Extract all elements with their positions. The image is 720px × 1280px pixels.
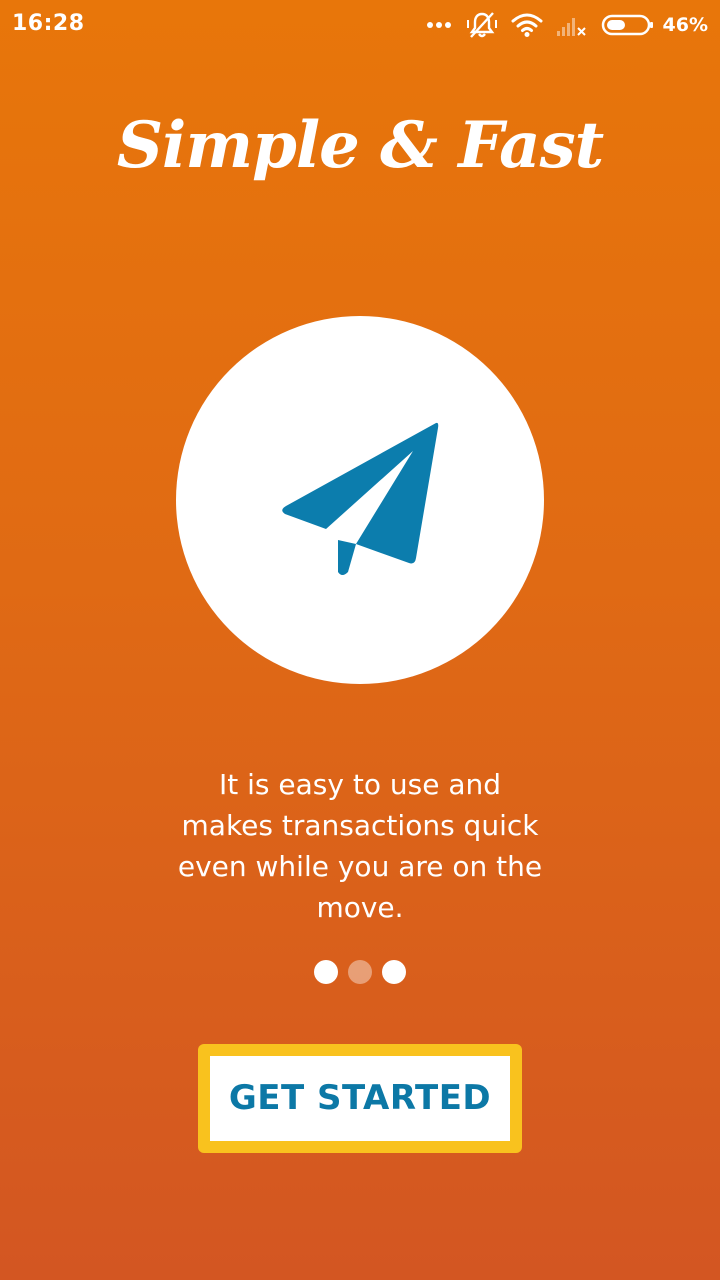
wifi-icon bbox=[511, 13, 543, 37]
status-icons: 46% bbox=[426, 8, 708, 42]
battery-icon bbox=[601, 13, 655, 37]
onboarding-screen: 16:28 46% Simple & Fast It is easy to us… bbox=[0, 0, 720, 1280]
vibrate-off-bell-icon bbox=[466, 11, 497, 39]
battery-percent: 46% bbox=[662, 14, 708, 36]
page-indicator bbox=[0, 960, 720, 984]
get-started-focus-outline: GET STARTED bbox=[198, 1044, 522, 1153]
more-dots-icon bbox=[426, 21, 451, 29]
page-dot-1[interactable] bbox=[314, 960, 338, 984]
onboarding-title: Simple & Fast bbox=[116, 108, 604, 183]
paper-plane-icon bbox=[282, 422, 439, 575]
page-dot-2[interactable] bbox=[348, 960, 372, 984]
hero-illustration bbox=[176, 316, 544, 684]
status-time: 16:28 bbox=[12, 11, 85, 36]
cellular-signal-no-service-icon bbox=[556, 13, 587, 37]
onboarding-description: It is easy to use and makes transactions… bbox=[177, 768, 543, 924]
status-bar: 16:28 46% bbox=[0, 0, 720, 50]
page-dot-3[interactable] bbox=[382, 960, 406, 984]
get-started-button[interactable]: GET STARTED bbox=[210, 1056, 510, 1141]
